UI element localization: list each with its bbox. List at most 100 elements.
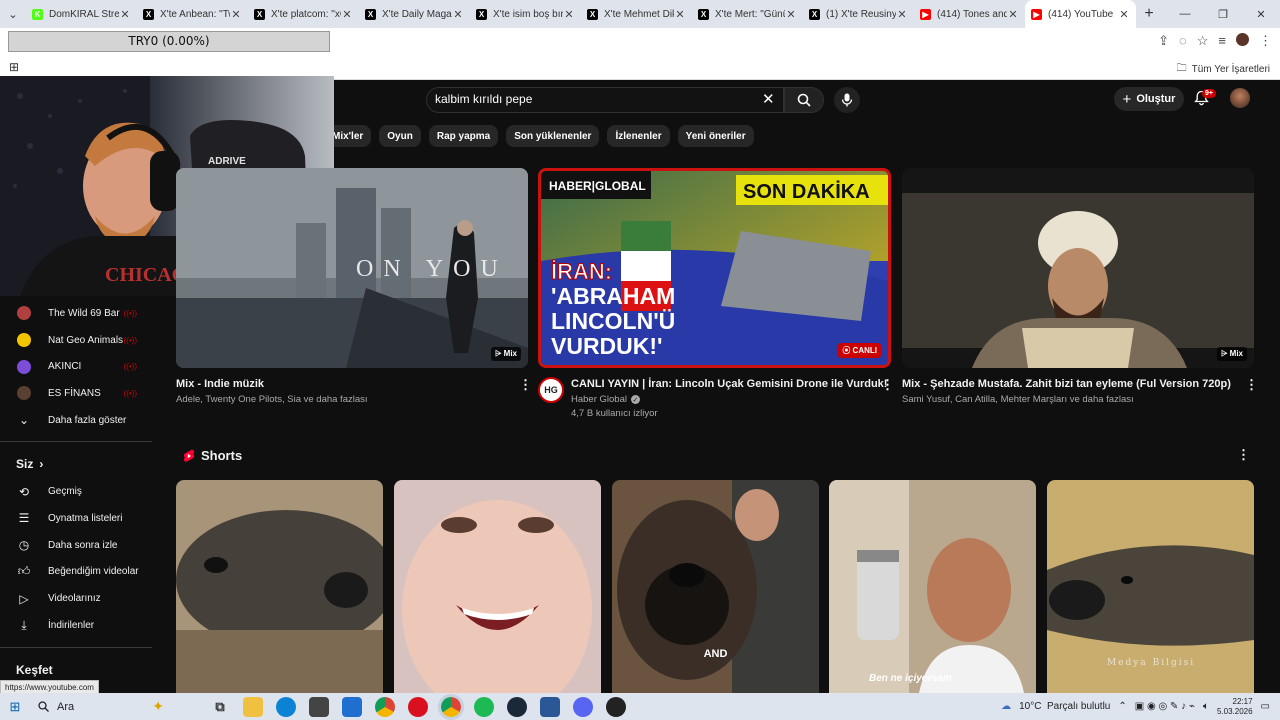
apps-grid-icon[interactable]: ⊞ — [9, 60, 19, 74]
windows-start-icon[interactable]: ⊞ — [0, 699, 30, 715]
browser-tab[interactable]: X X'te platcom: "xQ ✕ — [248, 0, 359, 28]
profile-icon[interactable] — [1236, 33, 1249, 46]
browser-tab[interactable]: X X'te Mert: "Günün✕ — [692, 0, 803, 28]
browser-tab[interactable]: X X'te Anbean: "Twi ✕ — [137, 0, 248, 28]
sidebar-item[interactable]: ⟲ Geçmiş — [0, 478, 155, 505]
tab-close-icon[interactable]: ✕ — [341, 8, 353, 21]
video-title[interactable]: Mix - Indie müzik — [176, 378, 264, 390]
app-icon[interactable] — [540, 696, 560, 717]
sidebar-item[interactable]: ◷ Daha sonra izle — [0, 532, 155, 559]
tab-close-icon[interactable]: ✕ — [1007, 8, 1019, 21]
tray-icons[interactable]: ▣ ◉ ◎ ✎ ♪ ⌁ — [1135, 701, 1195, 712]
create-button[interactable]: + Oluştur — [1114, 87, 1184, 111]
chrome-active-icon[interactable] — [438, 693, 464, 720]
short-card[interactable] — [394, 480, 601, 693]
video-channel[interactable]: Sami Yusuf, Can Atilla, Mehter Marşları … — [902, 394, 1134, 405]
bookmark-star-icon[interactable]: ☆ — [1197, 33, 1209, 49]
video-thumbnail[interactable]: HABER|GLOBAL SON DAKİKA İRAN: 'ABRAHAM L… — [538, 168, 891, 368]
video-title[interactable]: CANLI YAYIN | İran: Lincoln Uçak Gemisin… — [571, 378, 887, 390]
video-channel[interactable]: Adele, Twenty One Pilots, Sia ve daha fa… — [176, 394, 368, 405]
volume-icon[interactable]: 🔈︎ — [1203, 701, 1209, 712]
notification-center-icon[interactable]: ▭ — [1261, 701, 1270, 712]
hide-icon[interactable]: ◌ — [1179, 33, 1187, 49]
filter-chip[interactable]: Mix'ler — [330, 125, 372, 147]
clock[interactable]: 22:17 5.03.2026 — [1217, 697, 1253, 717]
tab-close-icon[interactable]: ✕ — [896, 8, 908, 21]
sidebar-item[interactable]: ▷ Videolarınız — [0, 585, 155, 612]
all-bookmarks-button[interactable]: 🗀 Tüm Yer İşaretleri — [1177, 61, 1270, 78]
mail-icon[interactable] — [342, 696, 362, 717]
close-window-icon[interactable]: ✕ — [1242, 0, 1280, 28]
search-input[interactable]: kalbim kırıldı pepe — [426, 87, 784, 113]
filter-chip[interactable]: İzlenenler — [607, 125, 670, 147]
channel-avatar[interactable]: HG — [538, 377, 564, 403]
sidebar-item[interactable]: 👍︎ Beğendiğim videolar — [0, 559, 155, 586]
sidebar-item[interactable]: ⤓ İndirilenler — [0, 612, 155, 639]
tab-close-icon[interactable]: ✕ — [230, 8, 242, 21]
filter-chip[interactable]: Oyun — [379, 125, 421, 147]
video-title[interactable]: Mix - Şehzade Mustafa. Zahit bizi tan ey… — [902, 378, 1231, 390]
new-tab-button[interactable]: + — [1136, 5, 1162, 23]
taskbar-search[interactable]: Ara ✦ — [30, 693, 170, 720]
task-view-icon[interactable]: ⧉ — [210, 697, 230, 717]
tray-overflow-icon[interactable]: ⌃ — [1118, 701, 1126, 712]
tab-close-icon[interactable]: ✕ — [674, 8, 686, 21]
subscription-item[interactable]: AKINCI ((•)) — [0, 353, 155, 380]
more-options-icon[interactable]: ⋮ — [881, 377, 894, 393]
short-card[interactable]: AND — [612, 480, 819, 693]
short-card[interactable]: Ben ne içiyorsam — [829, 480, 1036, 693]
spotify-icon[interactable] — [474, 696, 494, 717]
filter-chip[interactable]: Rap yapma — [428, 125, 499, 147]
restore-icon[interactable]: ❐ — [1204, 0, 1242, 28]
minimize-icon[interactable]: — — [1166, 0, 1204, 28]
browser-tab[interactable]: K DomKIRAL Stream✕ — [26, 0, 137, 28]
file-explorer-icon[interactable] — [243, 696, 263, 717]
subscription-item[interactable]: The Wild 69 Bar ((•)) — [0, 300, 155, 327]
you-section-header[interactable]: Siz › — [0, 450, 155, 478]
subscription-item[interactable]: Nat Geo Animals ((•)) — [0, 327, 155, 354]
weather-label[interactable]: 10°C Parçalı bulutlu — [1019, 701, 1110, 712]
tab-close-icon[interactable]: ✕ — [1118, 8, 1130, 21]
browser-tab[interactable]: X X'te Mehmet Dik ✕ — [581, 0, 692, 28]
short-card[interactable]: Medya Bilgisi — [1047, 480, 1254, 693]
shorts-more-options-icon[interactable]: ⋮ — [1237, 447, 1250, 463]
store-icon[interactable] — [309, 696, 329, 717]
browser-tab[interactable]: ▶ (414) Tones and I ✕ — [914, 0, 1025, 28]
install-icon[interactable]: ⇪ — [1158, 33, 1169, 49]
subscription-item[interactable]: ES FİNANS ((•)) — [0, 380, 155, 407]
more-options-icon[interactable]: ⋮ — [1245, 377, 1258, 393]
browser-tab[interactable]: ▶ (414) YouTube ✕ — [1025, 0, 1136, 28]
filter-chip[interactable]: Son yüklenenler — [506, 125, 600, 147]
more-options-icon[interactable]: ⋮ — [519, 377, 532, 393]
tab-close-icon[interactable]: ✕ — [452, 8, 464, 21]
video-channel[interactable]: Haber Global ✓ — [571, 394, 640, 405]
voice-search-button[interactable] — [834, 87, 860, 113]
browser-tab[interactable]: X X'te Daily Magazin✕ — [359, 0, 470, 28]
browser-menu-icon[interactable]: ⋮ — [1259, 33, 1272, 49]
filter-chip[interactable]: Yeni öneriler — [677, 125, 754, 147]
edge-icon[interactable] — [276, 696, 296, 717]
thumbnail-image — [902, 168, 1254, 368]
show-more-label: Daha fazla göster — [48, 414, 127, 426]
sidebar-item[interactable]: ☰ Oynatma listeleri — [0, 505, 155, 532]
tab-close-icon[interactable]: ✕ — [119, 8, 131, 21]
tab-search-menu-icon[interactable]: ⌄ — [0, 0, 26, 28]
show-more-button[interactable]: ⌄ Daha fazla göster — [0, 407, 155, 434]
opera-icon[interactable] — [408, 696, 428, 717]
chrome-icon[interactable] — [375, 696, 395, 717]
user-avatar[interactable] — [1230, 88, 1250, 108]
short-card[interactable] — [176, 480, 383, 693]
obs-icon[interactable] — [606, 696, 626, 717]
browser-tab[interactable]: X (1) X'te Reusinyo ✕ — [803, 0, 914, 28]
search-button[interactable] — [784, 87, 824, 113]
video-thumbnail[interactable]: ON YOU ⩥ Mix — [176, 168, 528, 368]
browser-tab[interactable]: X X'te isim boş bıra ✕ — [470, 0, 581, 28]
clear-search-icon[interactable]: ✕ — [762, 90, 775, 108]
video-thumbnail[interactable]: ⩥ Mix — [902, 168, 1254, 368]
media-control-icon[interactable]: ≡ — [1218, 33, 1226, 49]
folder-icon: 🗀 — [1176, 63, 1187, 74]
tab-close-icon[interactable]: ✕ — [563, 8, 575, 21]
discord-icon[interactable] — [573, 696, 593, 717]
steam-icon[interactable] — [507, 696, 527, 717]
tab-close-icon[interactable]: ✕ — [785, 8, 797, 21]
